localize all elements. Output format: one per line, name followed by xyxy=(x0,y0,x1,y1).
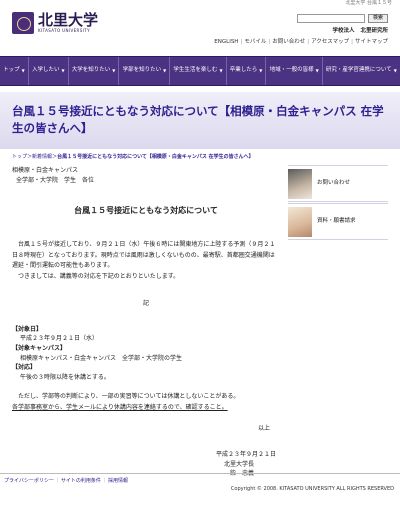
copyright: Copyright © 2008. KITASATO UNIVERSITY AL… xyxy=(230,486,394,492)
sidebar-item-contact[interactable]: お問い合わせ xyxy=(288,165,388,203)
footer-links: プライバシーポリシー｜サイトの利用条件｜採用情報 xyxy=(4,478,128,484)
page-title: 台風１５号接近にともなう対応について【相模原・白金キャンパス 在学生の皆さんへ】 xyxy=(12,104,384,135)
nav-item-admission[interactable]: 入学したい ▼ xyxy=(29,57,69,85)
nav-item-research[interactable]: 研究・産学官連携について ▼ xyxy=(323,57,400,85)
site-header: 北里大学 KITASATO UNIVERSITY 検索 学校法人 北里研究所 EN… xyxy=(0,10,400,56)
nav-item-top[interactable]: トップ ▼ xyxy=(0,57,29,85)
nav-item-student-life[interactable]: 学生生活を楽しむ ▼ xyxy=(170,57,227,85)
closing-mark: 以上 xyxy=(257,425,270,433)
global-nav: トップ ▼ 入学したい ▼ 大学を知りたい ▼ 学部を知りたい ▼ 学生生活を楽しむ ▼ … xyxy=(0,56,400,86)
site-search: 検索 xyxy=(296,14,388,23)
detail-date-heading: 【対象日】 xyxy=(12,325,43,333)
search-button[interactable]: 検索 xyxy=(367,14,388,23)
nav-item-faculties[interactable]: 学部を知りたい ▼ xyxy=(119,57,171,85)
sidebar: お問い合わせ 資料・願書請求 xyxy=(288,165,388,241)
person-photo-icon xyxy=(288,168,312,199)
article-body: 相模原・白金キャンパス 全学部・大学院 学生 各位 台風１５号接近にともなう対応… xyxy=(12,166,280,479)
notice-paragraph: 台風１５号が接近しており、９月２１日（水）午後６時には関東地方に上陸する予測（９… xyxy=(12,241,276,270)
page-title-banner: 台風１５号接近にともなう対応について【相模原・白金キャンパス 在学生の皆さんへ】 xyxy=(0,92,400,149)
greeting: 相模原・白金キャンパス 全学部・大学院 学生 各位 xyxy=(12,166,280,185)
corporation-label: 学校法人 xyxy=(332,28,355,34)
notice-paragraph: つきましては、講義等の対応を下記のとおりといたします。 xyxy=(18,272,180,280)
footer-link-privacy[interactable]: プライバシーポリシー xyxy=(4,478,54,484)
breadcrumb: トップ＞新着情報＞台風１５号接近にともなう対応について【相模原・白金キャンパス … xyxy=(12,154,254,160)
utility-link-contact[interactable]: お問い合わせ xyxy=(272,39,305,45)
nav-item-graduates[interactable]: 卒業したら ▼ xyxy=(227,57,267,85)
crest-icon xyxy=(12,12,34,34)
hands-photo-icon xyxy=(288,206,312,237)
sidebar-item-label: お問い合わせ xyxy=(317,179,351,186)
search-input[interactable] xyxy=(296,14,365,23)
breadcrumb-news[interactable]: 新着情報 xyxy=(32,154,52,160)
note-line: ただし、学部等の判断により、一部の実習等については休講としないことがある。 xyxy=(18,393,240,401)
top-strip: 北里大学 台風１５号 xyxy=(345,0,392,6)
corporation-title: 北里研究所 xyxy=(360,28,388,34)
signature-date: 平成２３年９月２１日 xyxy=(215,450,276,458)
footer-link-terms[interactable]: サイトの利用条件 xyxy=(61,478,101,484)
breadcrumb-current: 台風１５号接近にともなう対応について【相模原・白金キャンパス 在学生の皆さんへ】 xyxy=(57,154,254,160)
utility-link-mobile[interactable]: モバイル xyxy=(244,39,266,45)
signature-title: 北里大学長 xyxy=(223,460,254,468)
detail-campus-value: 相模原キャンパス・白金キャンパス 全学部・大学院の学生 xyxy=(20,354,183,362)
logo-name-en: KITASATO UNIVERSITY xyxy=(38,27,90,33)
utility-link-sitemap[interactable]: サイトマップ xyxy=(355,39,388,45)
chevron-down-icon: ▼ xyxy=(61,68,65,74)
detail-date-value: 平成２３年９月２１日（水） xyxy=(20,335,99,343)
chevron-down-icon: ▼ xyxy=(393,68,397,74)
greeting-campus: 相模原・白金キャンパス xyxy=(12,167,79,175)
greeting-recipients: 全学部・大学院 学生 各位 xyxy=(16,176,95,184)
logo-name-jp: 北里大学 xyxy=(38,10,99,29)
sidebar-item-label: 資料・願書請求 xyxy=(317,217,356,224)
notice-details: 【対象日】 平成２３年９月２１日（水） 【対象キャンパス】 相模原キャンパス・白… xyxy=(12,325,280,383)
chevron-down-icon: ▼ xyxy=(21,68,25,74)
notice-note: ただし、学部等の判断により、一部の実習等については休講としないことがある。 各学… xyxy=(12,392,280,413)
chevron-down-icon: ▼ xyxy=(259,68,263,74)
chevron-down-icon: ▼ xyxy=(163,68,167,74)
detail-action-heading: 【対応】 xyxy=(12,364,37,372)
nav-item-community[interactable]: 地域・一般の皆様 ▼ xyxy=(266,57,323,85)
site-footer: プライバシーポリシー｜サイトの利用条件｜採用情報 Copyright © 200… xyxy=(0,473,400,510)
detail-action-value: 午後の３時限以降を休講とする。 xyxy=(20,373,110,381)
chevron-down-icon: ▼ xyxy=(315,68,319,74)
note-line-underlined: 各学部事務室から、学生メールにより休講内容を連絡するので、確認すること。 xyxy=(12,403,228,411)
footer-link-recruit[interactable]: 採用情報 xyxy=(108,478,128,484)
chevron-down-icon: ▼ xyxy=(219,68,223,74)
notice-title: 台風１５号接近にともなう対応について xyxy=(74,206,218,216)
utility-links: ENGLISH | モバイル | お問い合わせ | アクセスマップ | サイトマップ xyxy=(214,39,388,45)
ki-marker: 記 xyxy=(142,300,149,308)
utility-link-access[interactable]: アクセスマップ xyxy=(311,39,349,45)
corporation-name[interactable]: 学校法人 北里研究所 xyxy=(326,28,388,36)
nav-item-about[interactable]: 大学を知りたい ▼ xyxy=(69,57,120,85)
chevron-down-icon: ▼ xyxy=(112,68,116,74)
sidebar-item-brochure[interactable]: 資料・願書請求 xyxy=(288,203,388,241)
detail-campus-heading: 【対象キャンパス】 xyxy=(12,344,67,352)
university-logo[interactable]: 北里大学 KITASATO UNIVERSITY xyxy=(12,12,98,34)
utility-link-english[interactable]: ENGLISH xyxy=(214,39,238,45)
breadcrumb-top[interactable]: トップ xyxy=(12,154,27,160)
